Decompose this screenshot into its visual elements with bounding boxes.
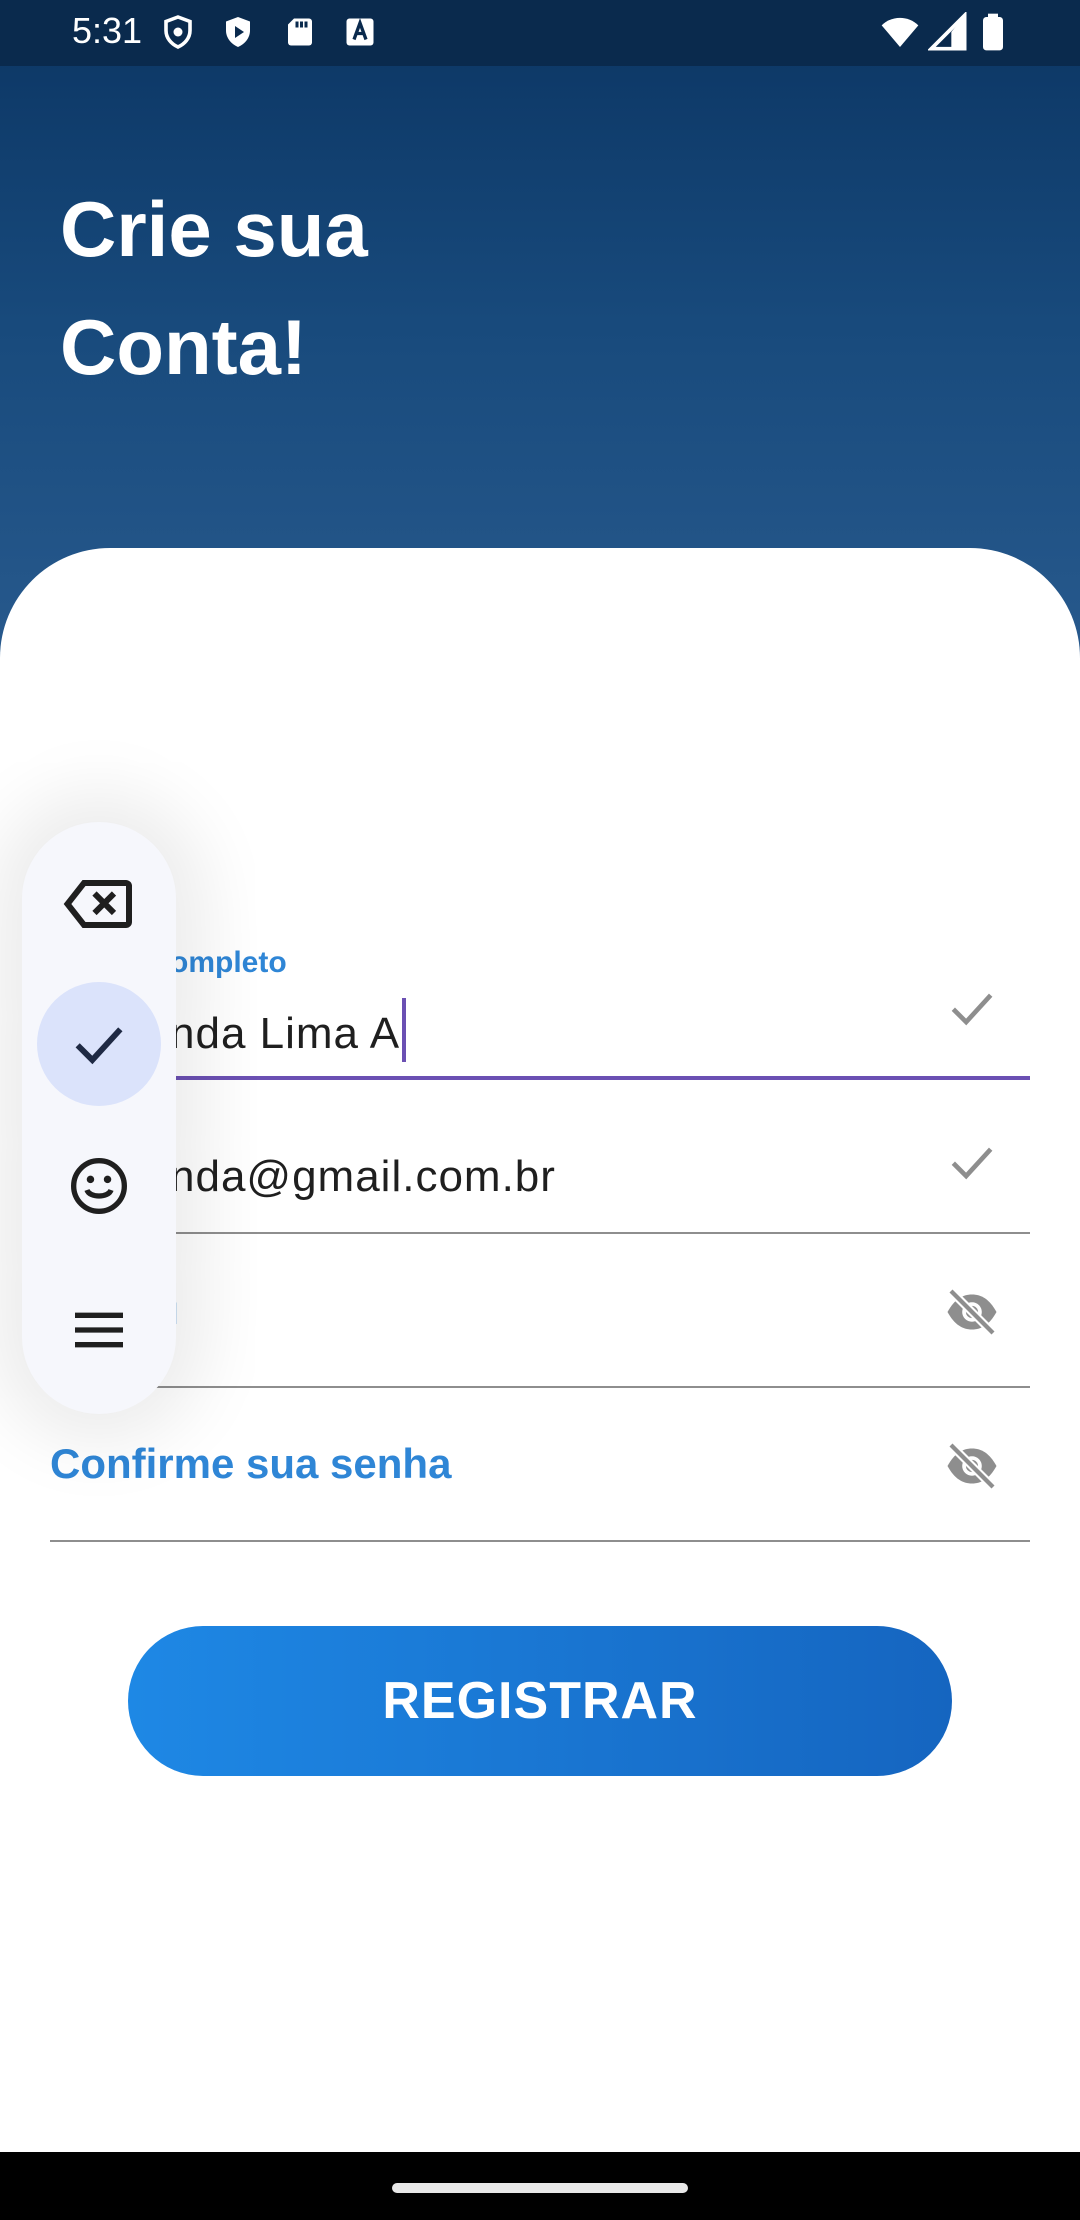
status-bar: 5:31 xyxy=(0,0,1080,66)
email-field-underline xyxy=(50,1232,1030,1234)
backspace-icon xyxy=(63,880,132,928)
signal-icon xyxy=(928,12,967,51)
check-button[interactable] xyxy=(37,982,161,1106)
shield-icon xyxy=(164,15,192,49)
home-gesture-handle[interactable] xyxy=(392,2183,688,2193)
navigation-bar xyxy=(0,2152,1080,2220)
backspace-button[interactable] xyxy=(37,842,161,966)
check-icon xyxy=(951,1147,993,1180)
email-field[interactable]: nda@gmail.com.br xyxy=(50,1084,1030,1234)
confirm-password-label: Confirme sua senha xyxy=(50,1440,452,1487)
confirm-password-field[interactable]: Confirme sua senha xyxy=(50,1392,1030,1542)
password-field-underline xyxy=(50,1386,1030,1388)
keyboard-a-icon xyxy=(346,18,374,46)
play-icon xyxy=(226,17,250,47)
visibility-off-icon[interactable] xyxy=(944,1438,1000,1494)
password-field[interactable]: l xyxy=(50,1238,1030,1388)
name-field-underline xyxy=(50,1076,1030,1080)
confirm-password-underline xyxy=(50,1540,1030,1542)
title-line-2: Conta! xyxy=(60,303,307,391)
check-icon xyxy=(75,1027,123,1065)
name-field-text: nda Lima A xyxy=(170,1009,401,1058)
status-time: 5:31 xyxy=(72,10,143,51)
page-title: Crie sua Conta! xyxy=(60,170,760,406)
battery-icon xyxy=(983,13,1003,51)
floating-keyboard-toolbar xyxy=(22,822,176,1414)
text-cursor xyxy=(402,998,407,1062)
wifi-icon xyxy=(881,17,919,47)
emoji-icon xyxy=(71,1158,127,1214)
name-field-value[interactable]: nda Lima A xyxy=(170,998,407,1062)
sd-card-icon xyxy=(288,18,312,46)
email-field-value[interactable]: nda@gmail.com.br xyxy=(170,1152,556,1202)
check-icon xyxy=(951,993,993,1026)
title-line-1: Crie sua xyxy=(60,185,368,273)
menu-button[interactable] xyxy=(37,1268,161,1392)
name-field-label: ompleto xyxy=(170,946,287,979)
name-field[interactable]: ompleto nda Lima A xyxy=(50,930,1030,1080)
register-button[interactable]: REGISTRAR xyxy=(128,1626,952,1776)
visibility-off-icon[interactable] xyxy=(944,1284,1000,1340)
menu-icon xyxy=(75,1312,123,1348)
emoji-button[interactable] xyxy=(37,1124,161,1248)
